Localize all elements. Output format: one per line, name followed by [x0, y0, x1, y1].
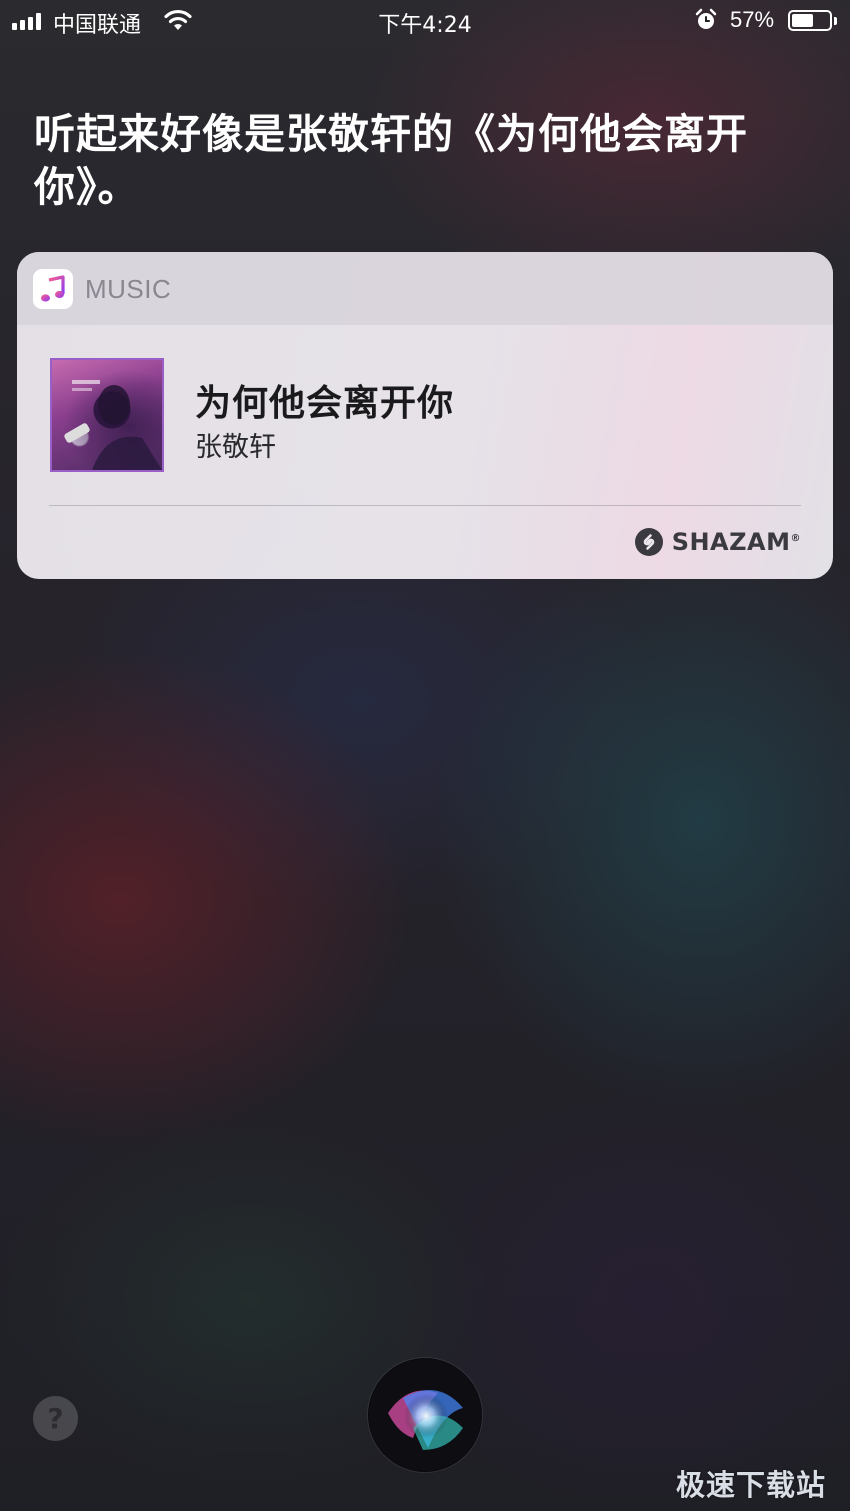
album-artwork[interactable]	[50, 358, 164, 472]
site-watermark: 极速下载站	[676, 1468, 827, 1502]
card-divider	[49, 505, 801, 506]
song-title: 为何他会离开你	[195, 383, 455, 424]
siri-response-text: 听起来好像是张敬轩的《为何他会离开你》。	[34, 110, 748, 211]
card-app-name: MUSIC	[85, 274, 172, 304]
battery-cap	[834, 17, 837, 25]
status-time: 下午4:24	[378, 13, 472, 38]
help-icon: ?	[47, 1402, 64, 1435]
battery-icon	[788, 10, 832, 31]
shazam-registered-mark: ®	[790, 533, 801, 544]
siri-background	[0, 0, 850, 1511]
siri-orb-button[interactable]	[368, 1358, 482, 1472]
music-app-icon	[33, 269, 73, 309]
help-button[interactable]: ?	[33, 1396, 78, 1441]
music-result-card[interactable]: MUSIC 为何他会离开你 张敬轩 SHAZAM®	[17, 252, 833, 579]
battery-level-fill	[792, 14, 813, 27]
siri-orb-icon	[369, 1359, 481, 1471]
shazam-label: SHAZAM®	[671, 528, 801, 556]
song-artist: 张敬轩	[195, 432, 276, 463]
shazam-attribution[interactable]: SHAZAM®	[634, 527, 801, 557]
shazam-logo-icon	[634, 528, 663, 556]
battery-percentage: 57%	[730, 7, 775, 32]
card-header: MUSIC	[17, 252, 833, 325]
alarm-icon	[695, 8, 717, 29]
status-bar: 中国联通 下午4:24 57%	[0, 0, 850, 42]
